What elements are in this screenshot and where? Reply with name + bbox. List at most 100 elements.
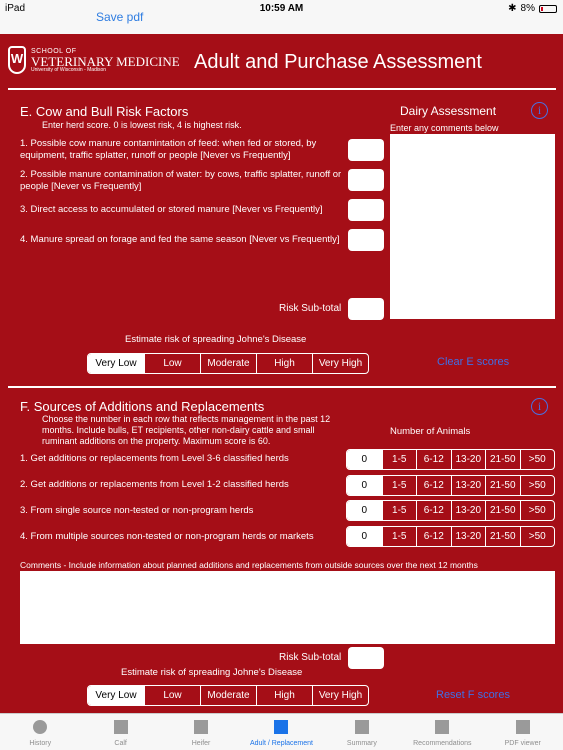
f-row-4-opt-1-5[interactable]: 1-5 [381,527,417,546]
tab-adult-replacement[interactable]: Adult / Replacement [241,714,321,750]
section-e-subtitle: Enter herd score. 0 is lowest risk, 4 is… [42,120,242,130]
page-title: Adult and Purchase Assessment [194,51,482,73]
f-row-1-opt-gt50[interactable]: >50 [519,450,555,469]
status-bar: iPad 10:59 AM ✱ 8% Save pdf [0,0,563,34]
f-estimate-label: Estimate risk of spreading Johne's Disea… [121,667,303,678]
calf-icon [113,720,128,734]
e-risk-moderate[interactable]: Moderate [200,354,256,373]
f-row-2-selector: 0 1-5 6-12 13-20 21-50 >50 [346,475,555,496]
f-row-2-opt-1-5[interactable]: 1-5 [381,476,417,495]
logo-line3: University of Wisconsin - Madison [31,66,107,73]
f-row-3-opt-0[interactable]: 0 [347,501,382,520]
f-row-1-label: 1. Get additions or replacements from Le… [20,453,289,464]
f-risk-very-low[interactable]: Very Low [88,686,144,705]
tab-recommendations[interactable]: Recommendations [402,714,482,750]
e-estimate-label: Estimate risk of spreading Johne's Disea… [125,334,307,345]
save-pdf-button[interactable]: Save pdf [96,10,143,24]
f-row-3-label: 3. From single source non-tested or non-… [20,505,254,516]
f-row-3-opt-1-5[interactable]: 1-5 [381,501,417,520]
page-header: W SCHOOL OF VETERINARY MEDICINE Universi… [0,34,563,88]
e-score-input-2[interactable] [348,169,384,191]
f-subtotal-field [348,647,384,669]
f-comments-textarea[interactable] [20,571,555,644]
tab-recommendations-label: Recommendations [413,740,472,747]
clock: 10:59 AM [259,3,304,14]
tab-history[interactable]: History [0,714,80,750]
pdf-viewer-icon [515,720,530,734]
f-row-1-opt-21-50[interactable]: 21-50 [485,450,520,469]
f-row-4-opt-21-50[interactable]: 21-50 [485,527,520,546]
f-row-3-opt-6-12[interactable]: 6-12 [416,501,451,520]
tab-calf[interactable]: Calf [80,714,160,750]
e-risk-high[interactable]: High [256,354,312,373]
f-row-1-opt-13-20[interactable]: 13-20 [450,450,486,469]
f-row-4-opt-gt50[interactable]: >50 [519,527,555,546]
tab-pdf-viewer-label: PDF viewer [504,740,541,747]
tab-pdf-viewer[interactable]: PDF viewer [483,714,563,750]
f-comments-label: Comments - Include information about pla… [20,560,478,570]
status-right: ✱ 8% [508,3,557,14]
e-risk-very-low[interactable]: Very Low [88,354,144,373]
f-row-3-opt-13-20[interactable]: 13-20 [450,501,486,520]
tab-summary[interactable]: Summary [322,714,402,750]
f-row-1-opt-1-5[interactable]: 1-5 [381,450,417,469]
e-question-4: 4. Manure spread on forage and fed the s… [20,234,340,245]
dairy-comment-hint: Enter any comments below [390,123,499,133]
recommendations-icon [435,720,450,734]
e-question-2: 2. Possible manure contamination of wate… [20,169,342,192]
tab-adult-replacement-label: Adult / Replacement [249,740,313,747]
e-question-1: 1. Possible cow manure contamintation of… [20,138,317,161]
section-divider [8,386,556,388]
e-score-input-1[interactable] [348,139,384,161]
f-row-1-opt-0[interactable]: 0 [347,450,382,469]
tab-history-label: History [29,740,52,747]
f-row-1-opt-6-12[interactable]: 6-12 [416,450,451,469]
f-row-2-label: 2. Get additions or replacements from Le… [20,479,289,490]
f-row-4-opt-13-20[interactable]: 13-20 [450,527,486,546]
e-score-input-4[interactable] [348,229,384,251]
f-risk-high[interactable]: High [256,686,312,705]
f-row-2-opt-6-12[interactable]: 6-12 [416,476,451,495]
section-f-description: Choose the number in each row that refle… [42,414,331,446]
f-row-1-selector: 0 1-5 6-12 13-20 21-50 >50 [346,449,555,470]
school-logo: W SCHOOL OF VETERINARY MEDICINE Universi… [8,46,180,74]
f-row-3-opt-21-50[interactable]: 21-50 [485,501,520,520]
f-risk-very-high[interactable]: Very High [312,686,368,705]
battery-percent: 8% [520,3,535,14]
e-info-icon[interactable]: i [531,102,548,119]
dairy-assessment-title: Dairy Assessment [400,104,497,118]
number-of-animals-label: Number of Animals [390,426,471,437]
f-row-2-opt-gt50[interactable]: >50 [519,476,555,495]
reset-f-scores-button[interactable]: Reset F scores [436,689,510,701]
e-score-input-3[interactable] [348,199,384,221]
section-e-title: E. Cow and Bull Risk Factors [20,104,189,119]
e-risk-very-high[interactable]: Very High [312,354,368,373]
bluetooth-icon: ✱ [508,3,517,14]
f-subtotal-label: Risk Sub-total [279,652,342,663]
f-row-4-opt-6-12[interactable]: 6-12 [416,527,451,546]
crest-icon: W [8,46,26,74]
e-risk-low[interactable]: Low [144,354,200,373]
tab-calf-label: Calf [114,740,127,747]
f-risk-segmented-control: Very Low Low Moderate High Very High [87,685,369,706]
tab-heifer-label: Heifer [191,740,211,747]
heifer-icon [194,720,209,734]
clear-e-scores-button[interactable]: Clear E scores [437,356,509,368]
f-row-2-opt-21-50[interactable]: 21-50 [485,476,520,495]
e-question-3: 3. Direct access to accumulated or store… [20,204,323,215]
dairy-comment-textarea[interactable] [390,134,555,319]
battery-icon [539,4,557,13]
logo-line2: VETERINARY MEDICINE [31,53,180,69]
e-risk-segmented-control: Very Low Low Moderate High Very High [87,353,369,374]
tab-summary-label: Summary [346,740,377,747]
f-row-2-opt-0[interactable]: 0 [347,476,382,495]
e-subtotal-field [348,298,384,320]
f-risk-low[interactable]: Low [144,686,200,705]
f-row-3-opt-gt50[interactable]: >50 [519,501,555,520]
e-subtotal-label: Risk Sub-total [279,303,342,314]
tab-heifer[interactable]: Heifer [161,714,241,750]
f-info-icon[interactable]: i [531,398,548,415]
f-row-2-opt-13-20[interactable]: 13-20 [450,476,486,495]
f-row-4-opt-0[interactable]: 0 [347,527,382,546]
f-risk-moderate[interactable]: Moderate [200,686,256,705]
